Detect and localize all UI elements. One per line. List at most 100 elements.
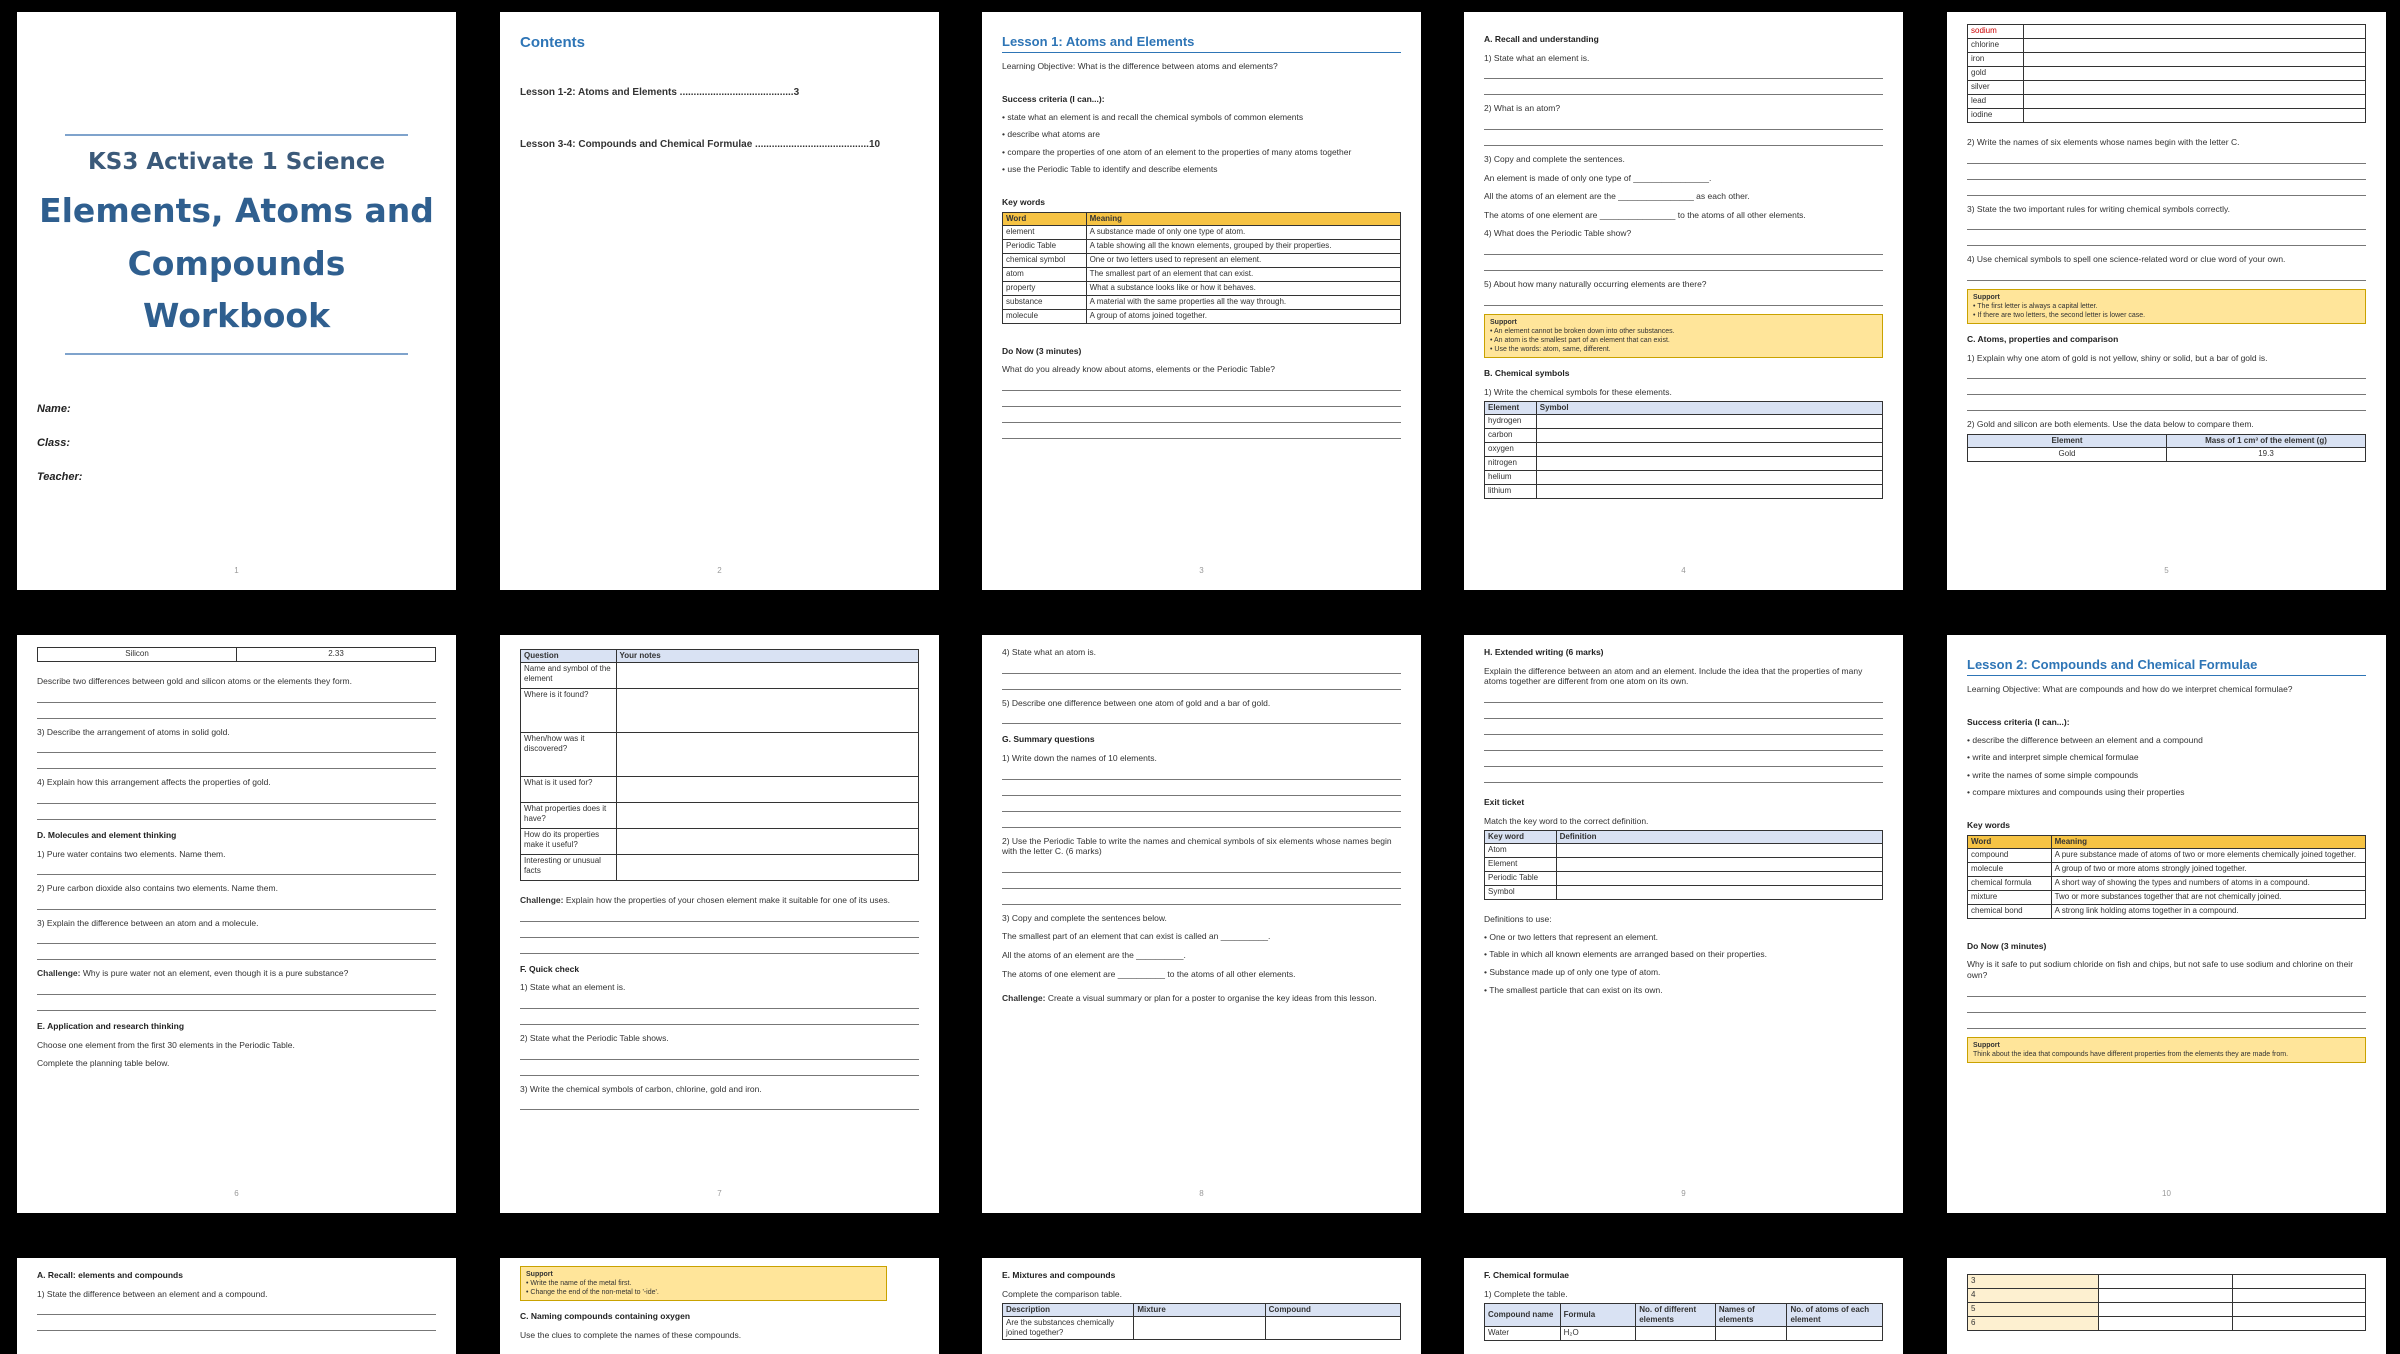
answer-cell[interactable] — [2098, 1288, 2233, 1303]
answer-line[interactable] — [1967, 265, 2366, 281]
answer-line[interactable] — [1484, 735, 1883, 751]
answer-cell[interactable] — [1535, 428, 1884, 444]
answer-line[interactable] — [1967, 981, 2366, 997]
answer-line[interactable] — [520, 993, 919, 1009]
answer-line[interactable] — [37, 788, 436, 804]
answer-line[interactable] — [520, 1044, 919, 1060]
answer-line[interactable] — [520, 1009, 919, 1025]
answer-cell[interactable] — [1535, 456, 1884, 472]
answer-line[interactable] — [1002, 780, 1401, 796]
answer-line[interactable] — [1484, 703, 1883, 719]
notes-cell[interactable] — [615, 802, 920, 829]
answer-line[interactable] — [1484, 687, 1883, 703]
answer-line[interactable] — [1967, 379, 2366, 396]
answer-line[interactable] — [1484, 114, 1883, 130]
answer-line[interactable] — [1002, 873, 1401, 889]
name-field[interactable]: Name: — [37, 403, 436, 417]
answer-line[interactable] — [1484, 255, 1883, 271]
answer-line[interactable] — [1002, 857, 1401, 873]
answer-cell[interactable] — [1535, 442, 1884, 458]
answer-cell[interactable] — [2231, 1274, 2367, 1289]
answer-cell[interactable] — [1714, 1326, 1788, 1342]
answer-cell[interactable] — [1786, 1326, 1883, 1342]
toc-entry-lesson-1-2[interactable]: Lesson 1-2: Atoms and Elements .........… — [520, 87, 919, 100]
answer-line[interactable] — [1484, 239, 1883, 255]
answer-line[interactable] — [1002, 889, 1401, 905]
sentence[interactable]: The atoms of one element are __________ … — [1002, 969, 1401, 980]
answer-line[interactable] — [520, 906, 919, 922]
answer-line[interactable] — [1002, 708, 1401, 725]
answer-line[interactable] — [37, 944, 436, 961]
answer-line[interactable] — [37, 928, 436, 945]
answer-line[interactable] — [37, 1299, 436, 1316]
answer-cell[interactable] — [1535, 414, 1884, 430]
notes-cell[interactable] — [615, 776, 920, 803]
answer-line[interactable] — [1484, 79, 1883, 96]
answer-cell[interactable] — [2022, 38, 2367, 53]
answer-cell[interactable] — [2098, 1302, 2233, 1317]
answer-line[interactable] — [37, 1315, 436, 1332]
answer-cell[interactable] — [1555, 857, 1884, 873]
answer-line[interactable] — [1484, 290, 1883, 306]
answer-cell[interactable] — [1635, 1326, 1716, 1342]
answer-cell[interactable] — [1555, 885, 1884, 901]
sentence[interactable]: All the atoms of an element are the ____… — [1484, 191, 1883, 202]
answer-line[interactable] — [1484, 767, 1883, 783]
answer-line[interactable] — [520, 922, 919, 938]
answer-cell[interactable] — [1555, 871, 1884, 887]
answer-cell[interactable] — [2022, 66, 2367, 81]
toc-entry-lesson-3-4[interactable]: Lesson 3-4: Compounds and Chemical Formu… — [520, 139, 919, 152]
answer-cell[interactable] — [2022, 24, 2367, 39]
answer-cell[interactable] — [2022, 80, 2367, 95]
sentence[interactable]: All the atoms of an element are the ____… — [1002, 950, 1401, 961]
answer-line[interactable] — [1484, 719, 1883, 735]
answer-line[interactable] — [1002, 658, 1401, 674]
answer-line[interactable] — [520, 1094, 919, 1111]
answer-line[interactable] — [520, 1060, 919, 1076]
class-field[interactable]: Class: — [37, 437, 436, 451]
answer-cell[interactable] — [2231, 1316, 2367, 1331]
answer-line[interactable] — [1002, 423, 1401, 439]
answer-cell[interactable] — [2098, 1316, 2233, 1331]
notes-cell[interactable] — [615, 828, 920, 855]
sentence[interactable]: The smallest part of an element that can… — [1002, 931, 1401, 942]
sentence[interactable]: The atoms of one element are ___________… — [1484, 210, 1883, 221]
sentence[interactable]: An element is made of only one type of _… — [1484, 173, 1883, 184]
answer-line[interactable] — [1002, 796, 1401, 812]
answer-line[interactable] — [37, 894, 436, 910]
teacher-field[interactable]: Teacher: — [37, 471, 436, 485]
answer-line[interactable] — [1967, 214, 2366, 231]
answer-line[interactable] — [1002, 812, 1401, 828]
answer-cell[interactable] — [2022, 94, 2367, 109]
answer-line[interactable] — [1967, 164, 2366, 180]
answer-line[interactable] — [1967, 1013, 2366, 1029]
answer-line[interactable] — [37, 995, 436, 1011]
answer-cell[interactable] — [1535, 470, 1884, 486]
answer-line[interactable] — [1002, 391, 1401, 407]
answer-line[interactable] — [1484, 751, 1883, 767]
answer-line[interactable] — [37, 737, 436, 754]
answer-line[interactable] — [1002, 375, 1401, 391]
answer-cell[interactable] — [1535, 484, 1884, 500]
answer-line[interactable] — [1967, 230, 2366, 247]
answer-line[interactable] — [1967, 180, 2366, 196]
answer-line[interactable] — [1967, 997, 2366, 1013]
answer-line[interactable] — [1967, 363, 2366, 380]
answer-line[interactable] — [1002, 407, 1401, 423]
answer-line[interactable] — [37, 687, 436, 703]
answer-line[interactable] — [520, 938, 919, 954]
answer-line[interactable] — [37, 804, 436, 820]
answer-line[interactable] — [37, 703, 436, 719]
answer-cell[interactable] — [2022, 52, 2367, 67]
answer-line[interactable] — [1967, 148, 2366, 164]
answer-cell[interactable] — [2231, 1288, 2367, 1303]
notes-cell[interactable] — [615, 732, 920, 777]
answer-line[interactable] — [1484, 130, 1883, 146]
answer-cell[interactable] — [2022, 108, 2367, 123]
answer-cell[interactable] — [1264, 1316, 1402, 1341]
answer-line[interactable] — [37, 859, 436, 876]
answer-cell[interactable] — [1555, 843, 1884, 859]
answer-cell[interactable] — [2098, 1274, 2233, 1289]
answer-line[interactable] — [37, 979, 436, 995]
notes-cell[interactable] — [615, 854, 920, 881]
